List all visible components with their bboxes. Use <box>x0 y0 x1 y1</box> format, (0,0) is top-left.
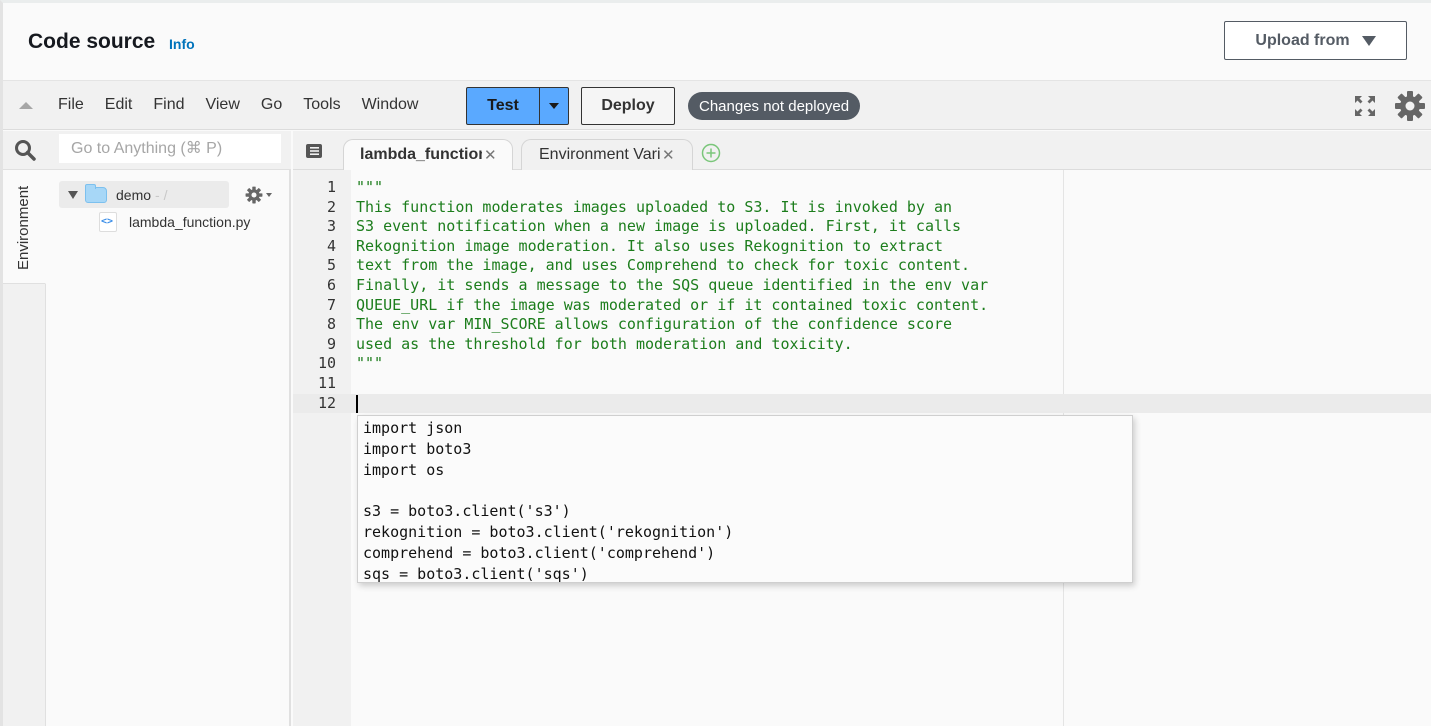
test-dropdown-button[interactable] <box>540 88 568 124</box>
python-file-icon: <> <box>99 212 117 232</box>
code-text: Finally, it sends a message to the SQS q… <box>356 275 989 294</box>
tree-folder-demo[interactable]: demo - / <box>59 181 229 208</box>
file-tree: demo - / <> lambda_function.py <box>47 170 291 726</box>
code-text: """ <box>356 178 384 196</box>
line-number: 5 <box>326 256 336 275</box>
code-line[interactable]: 1 """ <box>293 178 1431 198</box>
code-line[interactable]: 10 """ <box>293 354 1431 374</box>
line-number: 1 <box>326 178 336 196</box>
text-cursor <box>356 394 358 413</box>
folder-icon <box>85 183 107 203</box>
line-number: 9 <box>326 334 336 353</box>
code-line[interactable]: 5 text from the image, and uses Comprehen… <box>293 256 1431 276</box>
page-title: Code source <box>28 30 156 53</box>
suggestion-line[interactable]: import os <box>363 460 1132 481</box>
suggestion-line[interactable] <box>363 480 1132 501</box>
caret-down-icon <box>266 193 272 197</box>
menu-tools[interactable]: Tools <box>303 96 340 114</box>
tab-label: lambda_function <box>360 146 482 163</box>
panel-header: Code source Info Upload from <box>3 3 1431 80</box>
autocomplete-popup: import json import boto3 import os s3 = bot… <box>357 415 1133 583</box>
search-icon[interactable] <box>14 139 36 161</box>
suggestion-line[interactable]: import json <box>363 418 1132 439</box>
status-badge: Changes not deployed <box>688 92 861 120</box>
add-tab-icon[interactable] <box>701 143 721 163</box>
menu-window[interactable]: Window <box>362 96 419 114</box>
code-line[interactable]: 8 The env var MIN_SCORE allows configurat… <box>293 315 1431 335</box>
code-text: """ <box>356 354 384 373</box>
fullscreen-icon[interactable] <box>1353 94 1377 118</box>
menu-edit[interactable]: Edit <box>105 96 133 114</box>
menu-find[interactable]: Find <box>153 96 184 114</box>
environment-tab-label: Environment <box>15 185 32 270</box>
caret-down-icon <box>549 103 559 109</box>
line-number: 3 <box>326 217 336 236</box>
close-tab-icon[interactable]: ✕ <box>662 146 675 164</box>
environment-tab[interactable]: Environment <box>3 170 46 284</box>
code-text: text from the image, and uses Comprehend… <box>356 256 971 275</box>
caret-down-icon <box>1361 35 1376 46</box>
code-text: QUEUE_URL if the image was moderated or … <box>356 295 989 314</box>
tree-file-lambda-function[interactable]: <> lambda_function.py <box>99 211 250 233</box>
code-line[interactable]: 9 used as the threshold for both moderati… <box>293 335 1431 355</box>
collapse-up-icon[interactable] <box>19 102 33 109</box>
code-text: Rekognition image moderation. It also us… <box>356 236 943 255</box>
menu-view[interactable]: View <box>205 96 239 114</box>
suggestion-line[interactable]: sqs = boto3.client('sqs') <box>363 564 1132 585</box>
suggestion-line[interactable]: s3 = boto3.client('s3') <box>363 501 1132 522</box>
upload-from-label: Upload from <box>1255 31 1350 49</box>
suggestion-line[interactable]: comprehend = boto3.client('comprehend') <box>363 543 1132 564</box>
suggestion-line[interactable]: import boto3 <box>363 439 1132 460</box>
upload-from-button[interactable]: Upload from <box>1224 21 1407 60</box>
gear-icon <box>245 186 263 204</box>
code-line[interactable]: 12 <box>293 393 1431 414</box>
goto-anything-bar <box>3 131 291 170</box>
tab-environment-variables[interactable]: Environment Vari ✕ <box>521 139 693 170</box>
suggestion-line[interactable]: rekognition = boto3.client('rekognition'… <box>363 522 1132 543</box>
line-number: 11 <box>317 373 336 392</box>
code-line[interactable]: 2 This function moderates images uploaded… <box>293 198 1431 218</box>
line-number: 7 <box>326 295 336 314</box>
line-number: 6 <box>326 275 336 294</box>
ide-toolbar: File Edit Find View Go Tools Window Test… <box>3 80 1431 130</box>
code-line[interactable]: 11 <box>293 374 1431 394</box>
tab-lambda-function[interactable]: lambda_function ✕ <box>343 139 513 170</box>
code-text: S3 event notification when a new image i… <box>356 217 962 236</box>
menu-bar: File Edit Find View Go Tools Window <box>58 96 439 114</box>
code-text: This function moderates images uploaded … <box>356 197 953 216</box>
deploy-button[interactable]: Deploy <box>581 87 675 125</box>
tab-list-icon[interactable] <box>305 143 323 159</box>
test-button-group: Test <box>466 87 569 125</box>
settings-gear-icon[interactable] <box>1394 90 1426 122</box>
tree-settings-button[interactable] <box>245 185 273 205</box>
test-button[interactable]: Test <box>467 88 540 124</box>
tab-label: Environment Vari <box>539 146 660 163</box>
code-line[interactable]: 6 Finally, it sends a message to the SQS … <box>293 276 1431 296</box>
code-text: The env var MIN_SCORE allows configurati… <box>356 315 953 334</box>
info-link[interactable]: Info <box>169 36 195 52</box>
code-line[interactable]: 4 Rekognition image moderation. It also u… <box>293 237 1431 257</box>
line-number: 8 <box>326 315 336 334</box>
expand-arrow-icon[interactable] <box>68 190 78 199</box>
folder-path: - / <box>155 186 168 203</box>
close-tab-icon[interactable]: ✕ <box>484 146 497 164</box>
code-text: used as the threshold for both moderatio… <box>356 334 853 353</box>
line-number: 4 <box>326 236 336 255</box>
goto-anything-input[interactable] <box>59 134 281 163</box>
line-number: 12 <box>317 393 336 412</box>
menu-go[interactable]: Go <box>261 96 282 114</box>
code-line[interactable]: 3 S3 event notification when a new image … <box>293 217 1431 237</box>
line-number: 2 <box>326 197 336 216</box>
code-line[interactable]: 7 QUEUE_URL if the image was moderated or… <box>293 296 1431 316</box>
code-lines: 1 """ 2 This function moderates images uplo… <box>293 178 1431 414</box>
file-name: lambda_function.py <box>129 214 251 230</box>
folder-name: demo <box>116 186 152 203</box>
menu-file[interactable]: File <box>58 96 84 114</box>
line-number: 10 <box>317 354 336 373</box>
editor-tab-bar: lambda_function ✕ Environment Vari ✕ <box>293 131 1431 170</box>
